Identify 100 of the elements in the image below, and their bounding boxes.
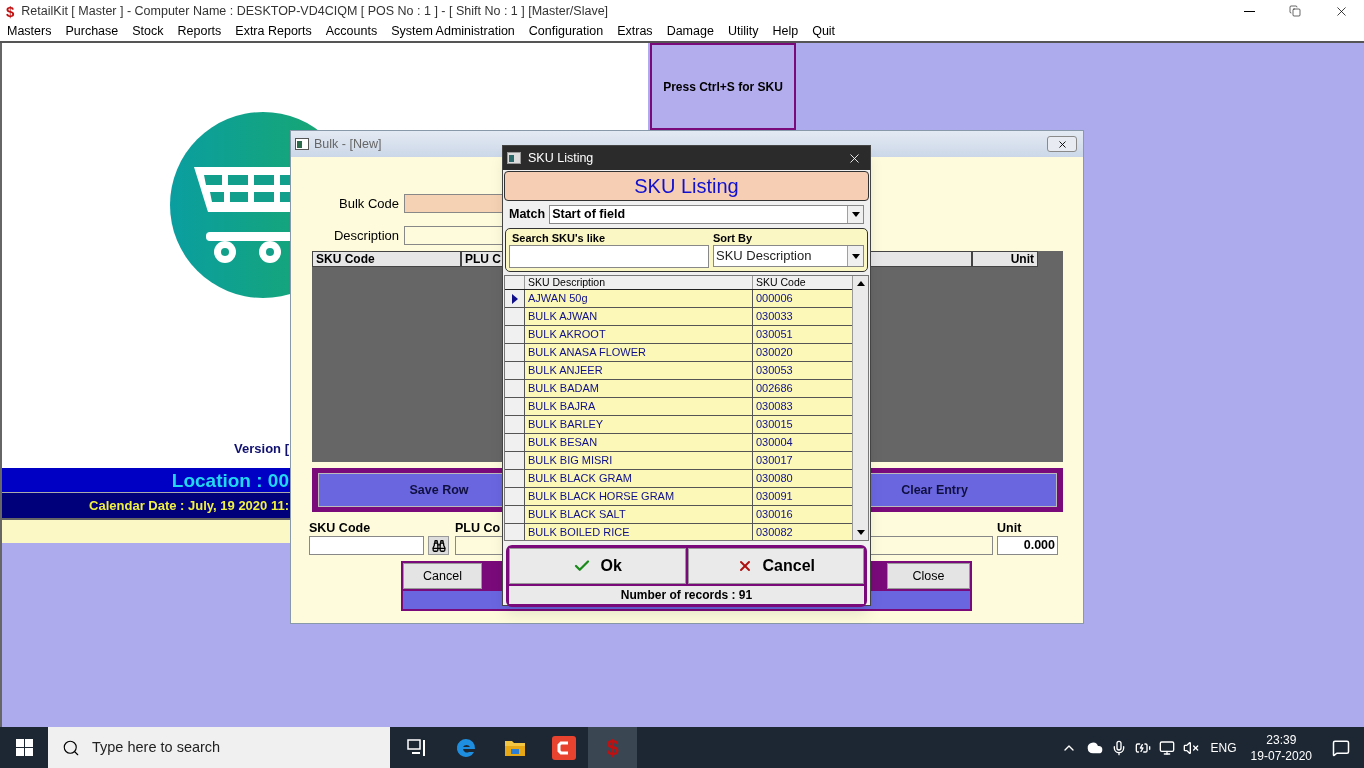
cancel-button[interactable]: Cancel xyxy=(687,548,864,584)
row-indicator[interactable] xyxy=(505,470,525,487)
ok-button[interactable]: Ok xyxy=(509,548,686,584)
table-cell-text: 030017 xyxy=(755,453,794,468)
table-cell-text: 030083 xyxy=(755,399,794,414)
column-header: Unit xyxy=(972,251,1038,267)
search-button[interactable] xyxy=(428,536,449,555)
sort-dropdown[interactable]: SKU Description xyxy=(713,245,864,267)
notifications-icon[interactable] xyxy=(1332,738,1350,757)
row-indicator[interactable] xyxy=(505,398,525,415)
row-indicator[interactable] xyxy=(505,362,525,379)
browser-icon xyxy=(454,736,477,759)
language-indicator[interactable]: ENG xyxy=(1210,738,1237,757)
menu-item[interactable]: Utility xyxy=(727,22,759,41)
menu-item[interactable]: System Administration xyxy=(391,22,515,41)
menu-item[interactable]: Quit xyxy=(812,22,836,41)
field-label: Unit xyxy=(997,520,1023,536)
search-field[interactable] xyxy=(509,245,709,268)
table-cell: BULK AKROOT xyxy=(525,326,753,343)
calendar-date-text: Calendar Date : July, 19 2020 11: xyxy=(89,496,289,515)
window-icon xyxy=(295,138,309,150)
cancel-label: Cancel xyxy=(762,556,815,576)
table-cell: BULK BADAM xyxy=(525,380,753,397)
minimize-icon xyxy=(1243,10,1255,12)
field-label: SKU Code xyxy=(309,520,372,536)
muted-speaker-icon[interactable] xyxy=(1182,739,1199,756)
table-cell-text: 030016 xyxy=(755,507,794,522)
row-indicator[interactable] xyxy=(505,434,525,451)
close-button[interactable]: Close xyxy=(887,563,970,589)
menu-item[interactable]: Stock xyxy=(132,22,164,41)
table-cell-text: 030004 xyxy=(755,435,794,450)
table-cell: BULK AJWAN xyxy=(525,308,753,325)
windows-logo-icon xyxy=(15,739,33,756)
menu-item[interactable]: Help xyxy=(772,22,799,41)
ok-label: Ok xyxy=(600,556,622,576)
window-icon xyxy=(507,152,521,164)
table-cell-text: 030091 xyxy=(755,489,794,504)
window-title: RetailKit [ Master ] - Computer Name : DESKTOP-VD4CIQM [ POS No : 1 ] - [ Shift No : 1 ] [Master/Slave] xyxy=(21,2,609,20)
row-indicator[interactable] xyxy=(505,488,525,505)
menu-item[interactable]: Purchase xyxy=(65,22,119,41)
task-view-icon xyxy=(406,738,427,757)
field-label: Search SKU's like xyxy=(511,231,607,245)
table-cell: BULK ANASA FLOWER xyxy=(525,344,753,361)
row-indicator[interactable] xyxy=(505,416,525,433)
network-icon[interactable] xyxy=(1158,739,1175,756)
row-indicator[interactable] xyxy=(505,506,525,523)
table-cell-text: 030020 xyxy=(755,345,794,360)
menu-item[interactable]: Masters xyxy=(7,22,52,41)
table-cell-text: 030053 xyxy=(755,363,794,378)
dialog-title: SKU Listing xyxy=(528,149,594,167)
row-indicator[interactable] xyxy=(505,290,525,307)
unit-field[interactable]: 0.000 xyxy=(997,536,1058,555)
menu-item[interactable]: Extras xyxy=(617,22,653,41)
menu-item[interactable]: Damage xyxy=(666,22,714,41)
menu-item[interactable]: Configuration xyxy=(528,22,604,41)
scrollbar[interactable] xyxy=(852,276,868,540)
table-cell: BULK BESAN xyxy=(525,434,753,451)
table-cell: BULK ANJEER xyxy=(525,362,753,379)
records-count: Number of records : 91 xyxy=(509,586,864,604)
row-indicator[interactable] xyxy=(505,452,525,469)
menu-item[interactable]: Extra Reports xyxy=(235,22,312,41)
folder-icon xyxy=(503,738,526,757)
table-cell-text: 030082 xyxy=(755,525,794,540)
location-text: Location : 00 xyxy=(171,470,289,490)
row-indicator[interactable] xyxy=(505,308,525,325)
app-glyph: $ xyxy=(606,736,619,759)
table-cell: BULK BOILED RICE xyxy=(525,524,753,540)
sku-hint-text: Press Ctrl+S for SKU xyxy=(663,78,783,96)
row-indicator[interactable] xyxy=(505,524,525,540)
table-cell: BULK BAJRA xyxy=(525,398,753,415)
column-header: SKU Code xyxy=(755,276,807,289)
field-label: Bulk Code xyxy=(339,195,399,213)
row-indicator[interactable] xyxy=(505,344,525,361)
capture-app-icon xyxy=(551,735,576,760)
menu-item[interactable]: Reports xyxy=(177,22,222,41)
table-cell-text: 030051 xyxy=(755,327,794,342)
table-cell: BULK BLACK GRAM xyxy=(525,470,753,487)
dropdown-button[interactable] xyxy=(847,205,863,223)
field-label: PLU Co xyxy=(455,520,501,536)
row-indicator[interactable] xyxy=(505,326,525,343)
clock[interactable]: 23:39 19-07-2020 xyxy=(1250,731,1312,764)
cancel-button[interactable]: Cancel xyxy=(403,563,482,589)
search-placeholder: Type here to search xyxy=(92,737,221,757)
search-field[interactable]: Type here to search xyxy=(48,727,390,768)
menu-item[interactable]: Accounts xyxy=(325,22,378,41)
restore-icon xyxy=(1289,5,1301,17)
field-label: Sort By xyxy=(713,231,754,245)
match-dropdown[interactable]: Start of field xyxy=(549,204,864,224)
current-row-icon xyxy=(511,293,518,304)
field-label: Match xyxy=(509,205,546,223)
table-cell-text: 030015 xyxy=(755,417,794,432)
table-cell: BULK BLACK HORSE GRAM xyxy=(525,488,753,505)
dropdown-button[interactable] xyxy=(847,246,863,266)
table-cell: BULK BIG MISRI xyxy=(525,452,753,469)
table-cell-text: 030080 xyxy=(755,471,794,486)
field-label: Description xyxy=(333,226,399,245)
table-cell: BULK BLACK SALT xyxy=(525,506,753,523)
input-field[interactable] xyxy=(309,536,424,555)
row-indicator[interactable] xyxy=(505,380,525,397)
table-cell: AJWAN 50g xyxy=(525,290,753,307)
